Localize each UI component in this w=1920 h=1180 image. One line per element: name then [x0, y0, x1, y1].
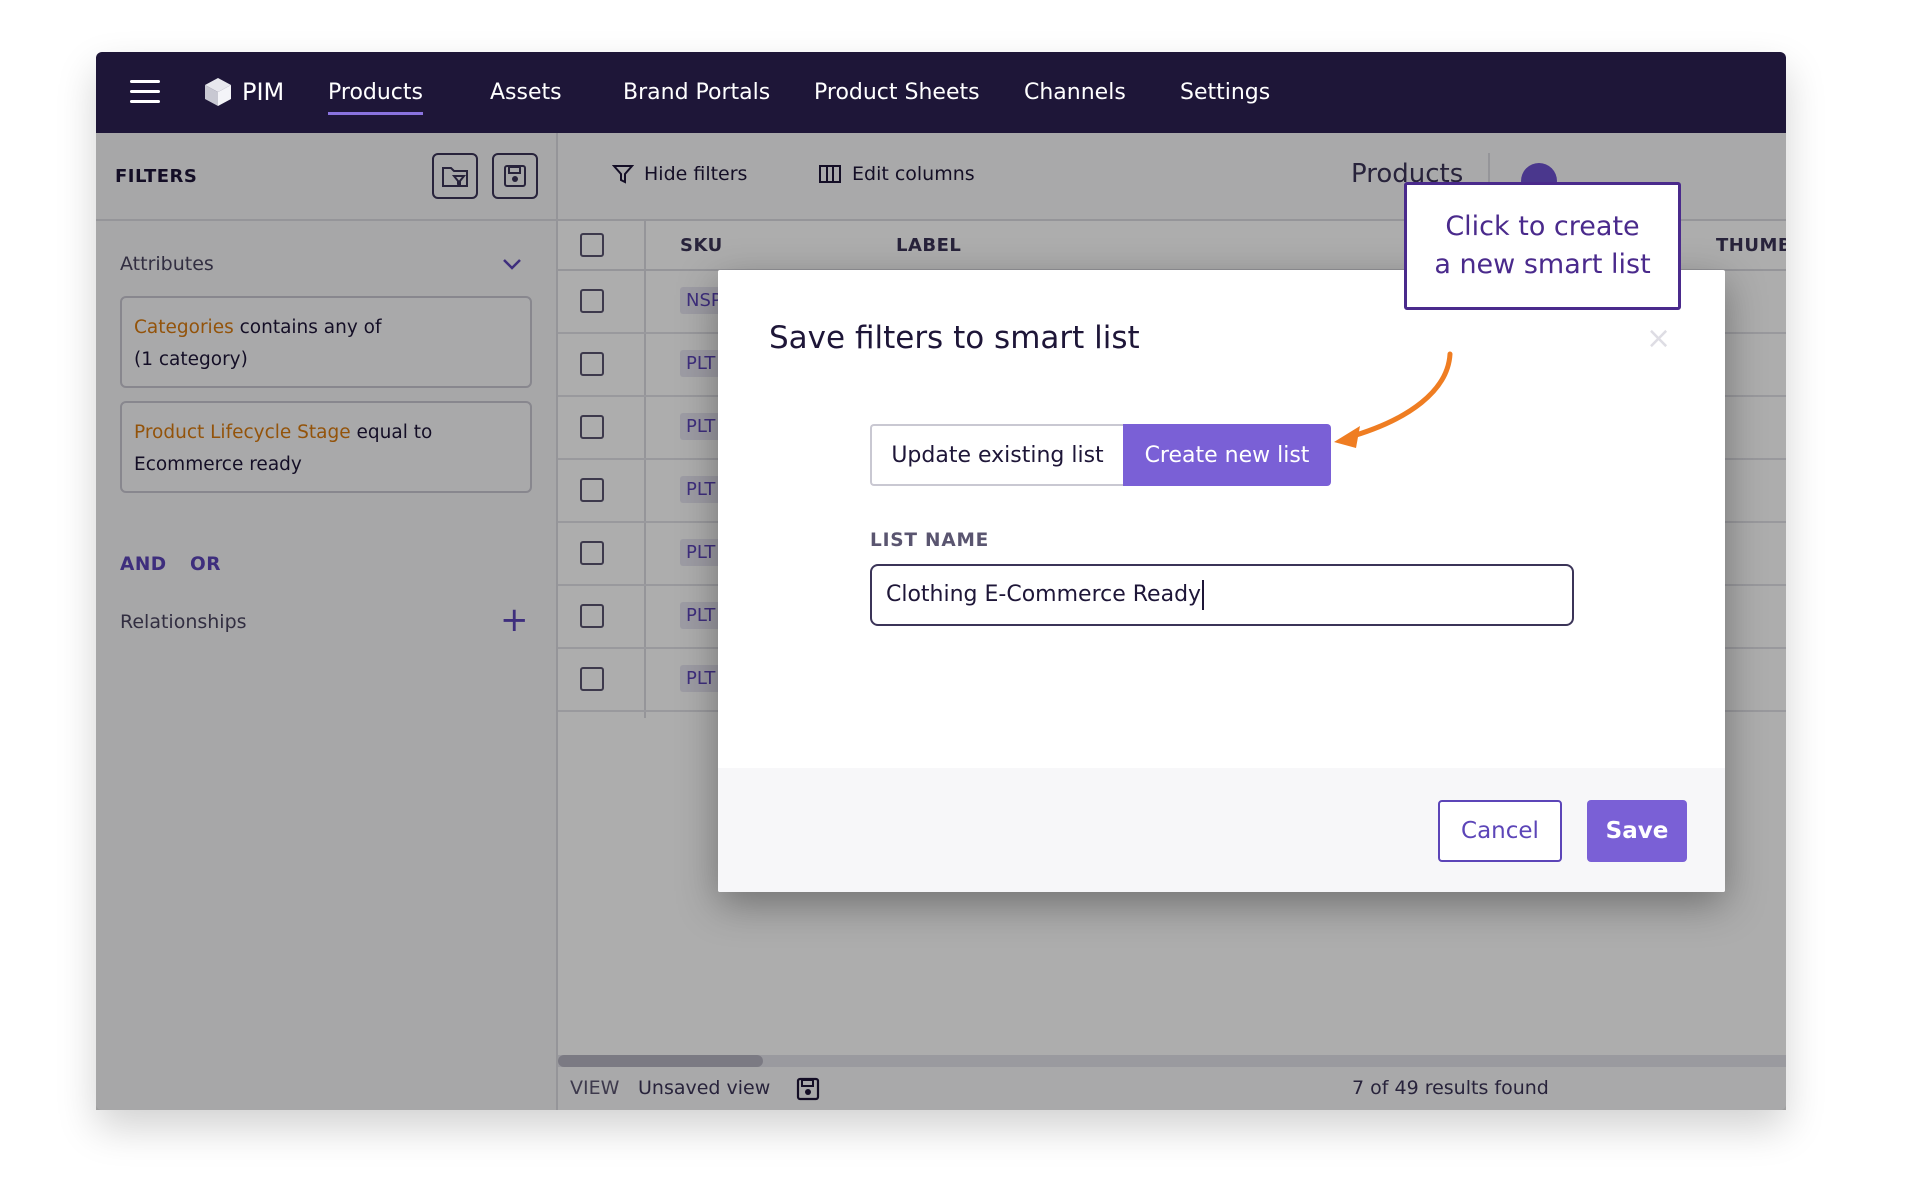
- create-new-list-toggle[interactable]: Create new list: [1123, 424, 1331, 486]
- nav-product-sheets[interactable]: Product Sheets: [814, 52, 980, 133]
- nav-settings[interactable]: Settings: [1180, 52, 1270, 133]
- list-name-label: LIST NAME: [870, 530, 990, 551]
- cancel-button[interactable]: Cancel: [1438, 800, 1562, 862]
- brand[interactable]: PIM: [204, 74, 284, 110]
- nav-assets[interactable]: Assets: [490, 52, 562, 133]
- nav-brand-portals[interactable]: Brand Portals: [623, 52, 770, 133]
- text-caret: [1202, 580, 1205, 610]
- curved-arrow-icon: [1334, 351, 1453, 448]
- top-nav: PIM Products Assets Brand Portals Produc…: [96, 52, 1786, 133]
- list-name-value: Clothing E-Commerce Ready: [886, 582, 1202, 607]
- nav-products[interactable]: Products: [328, 52, 423, 133]
- cube-icon: [205, 78, 231, 106]
- update-existing-list-toggle[interactable]: Update existing list: [870, 424, 1123, 486]
- save-button[interactable]: Save: [1587, 800, 1687, 862]
- save-smart-list-dialog: Save filters to smart list × Update exis…: [718, 270, 1725, 892]
- nav-channels[interactable]: Channels: [1024, 52, 1126, 133]
- list-name-input[interactable]: Clothing E-Commerce Ready: [870, 564, 1574, 626]
- callout-line-1: Click to create: [1445, 211, 1640, 242]
- callout-line-2: a new smart list: [1434, 249, 1651, 280]
- menu-icon[interactable]: [130, 80, 160, 104]
- tutorial-callout: Click to create a new smart list: [1404, 182, 1681, 310]
- close-icon[interactable]: ×: [1646, 324, 1671, 354]
- dialog-footer: [718, 768, 1725, 892]
- dialog-title: Save filters to smart list: [769, 320, 1140, 356]
- brand-name: PIM: [242, 78, 285, 106]
